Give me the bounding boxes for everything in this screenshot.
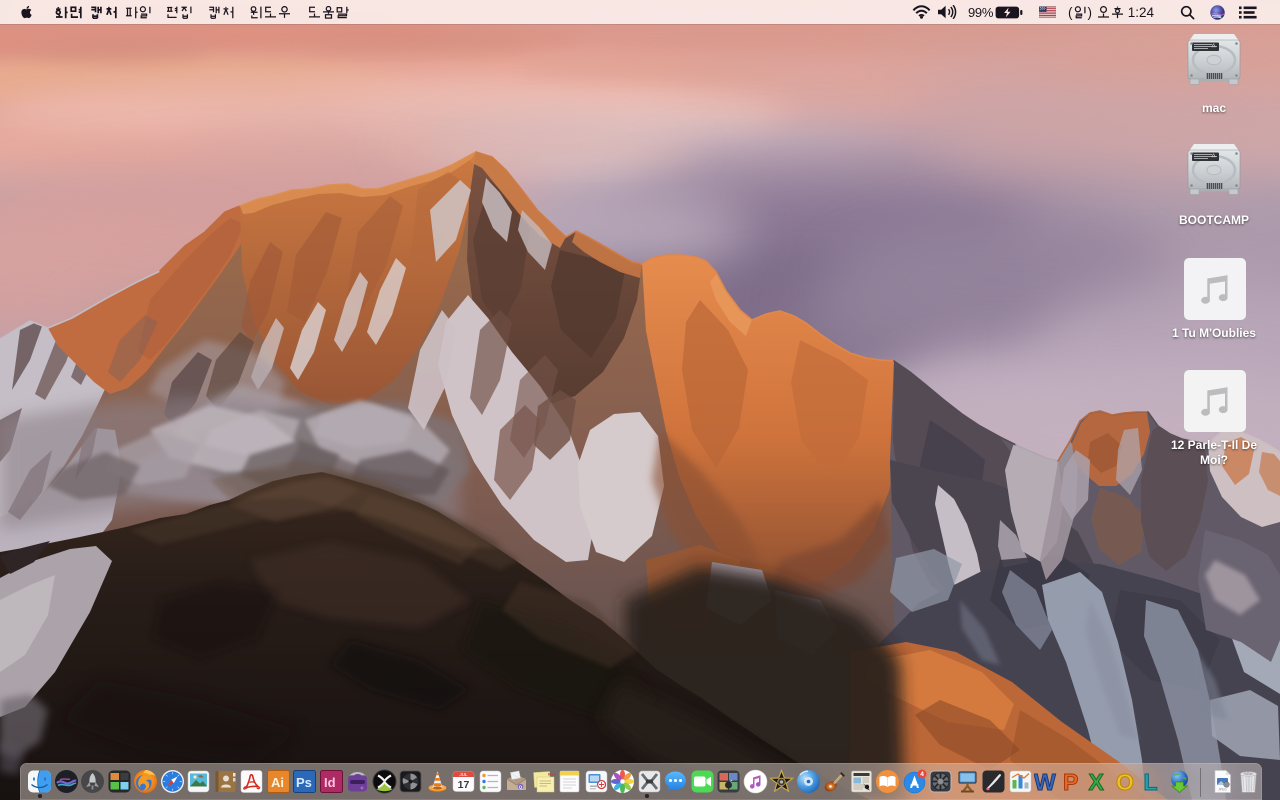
svg-text:W: W — [1034, 769, 1056, 794]
svg-text:Q: Q — [519, 784, 523, 789]
svg-text:O: O — [1116, 769, 1134, 794]
svg-text:L: L — [1144, 769, 1158, 794]
svg-text:X: X — [1089, 769, 1105, 794]
svg-text:P: P — [1063, 769, 1078, 794]
svg-text:Mem: Mem — [548, 772, 556, 777]
svg-text:JUL: JUL — [459, 772, 467, 777]
svg-text:Ps: Ps — [296, 775, 312, 790]
svg-text:JPEG: JPEG — [1218, 788, 1227, 792]
svg-text:4: 4 — [920, 771, 924, 778]
svg-text:17: 17 — [458, 779, 470, 791]
svg-text:Id: Id — [324, 775, 336, 790]
svg-text:Ai: Ai — [271, 775, 284, 790]
